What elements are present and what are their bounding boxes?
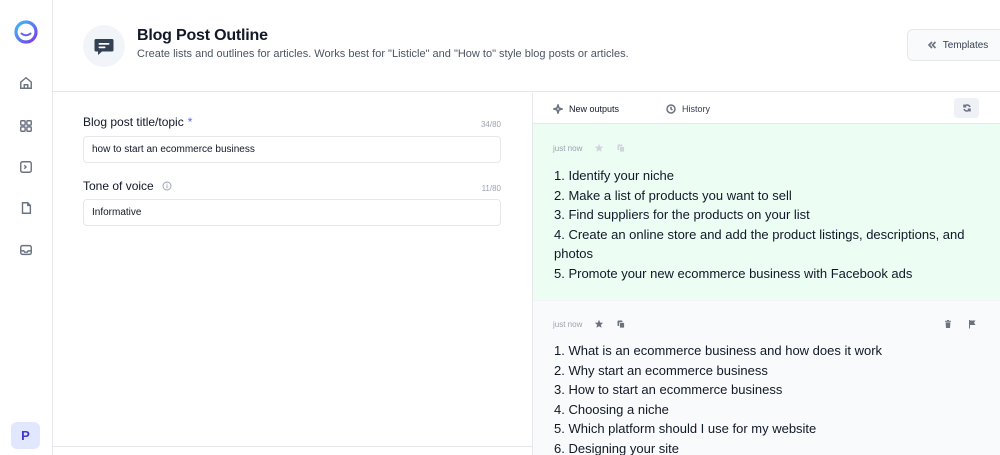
- output-card-meta: just now: [553, 319, 626, 329]
- sidebar-item-templates[interactable]: [17, 117, 35, 135]
- list-item: 2. Why start an ecommerce business: [554, 362, 768, 378]
- clock-icon: [666, 103, 676, 114]
- list-item: 5. Promote your new ecommerce business w…: [554, 265, 913, 281]
- templates-button-label: Templates: [942, 39, 989, 51]
- list-item: 1. Identify your niche: [554, 168, 674, 183]
- chevrons-left-icon: [927, 41, 936, 49]
- list-item: 4. Create an online store and add the pr…: [554, 226, 965, 262]
- sidebar-item-commands[interactable]: [17, 158, 35, 176]
- list-item: 6. Designing your site: [554, 440, 680, 455]
- header-icon-circle: [83, 25, 125, 67]
- sidebar-item-inbox[interactable]: [17, 241, 35, 259]
- sidebar-item-documents[interactable]: [17, 199, 35, 217]
- grid-icon: [20, 120, 32, 132]
- left-sidebar: P: [0, 0, 53, 455]
- copy-icon[interactable]: [616, 143, 626, 153]
- list-item: 3. How to start an ecommerce business: [554, 382, 783, 397]
- sidebar-item-home[interactable]: [17, 74, 35, 92]
- tab-history-label: History: [682, 103, 711, 114]
- tone-field-label: Tone of voice: [83, 179, 172, 193]
- avatar[interactable]: P: [11, 422, 40, 449]
- refresh-button[interactable]: [954, 98, 979, 118]
- title-input[interactable]: how to start an ecommerce business: [83, 136, 501, 163]
- form-footer-divider: [53, 446, 532, 447]
- flag-icon[interactable]: [967, 319, 977, 329]
- list-item: 4. Choosing a niche: [554, 401, 669, 417]
- input-form: Blog post title/topic * 34/80 how to star…: [53, 93, 532, 455]
- required-marker: *: [187, 115, 193, 129]
- output-list: 1. What is an ecommerce business and how…: [554, 341, 979, 455]
- tone-field-label-text: Tone of voice: [83, 179, 154, 193]
- output-timestamp: just now: [553, 143, 583, 153]
- tone-char-count: 11/80: [481, 184, 501, 193]
- list-item: 5. Which platform should I use for my we…: [554, 421, 817, 436]
- page-header: Blog Post Outline Create lists and outli…: [53, 0, 1000, 92]
- page-subtitle: Create lists and outlines for articles. …: [137, 48, 629, 60]
- title-field-label: Blog post title/topic *: [83, 115, 192, 129]
- title-char-count: 34/80: [480, 120, 501, 129]
- star-icon[interactable]: [594, 319, 604, 329]
- tone-input[interactable]: Informative: [83, 199, 501, 226]
- output-timestamp: just now: [553, 319, 583, 329]
- list-item: 1. What is an ecommerce business and how…: [554, 343, 883, 358]
- copy-icon[interactable]: [616, 319, 626, 329]
- output-card: just now 1. What is an ecommerce busines…: [533, 300, 1000, 455]
- outputs-tabs: New outputs History: [533, 93, 1000, 124]
- app-logo-icon[interactable]: [12, 18, 40, 46]
- star-icon[interactable]: [594, 143, 604, 153]
- document-icon: [21, 202, 32, 214]
- inbox-icon: [20, 244, 32, 256]
- refresh-icon: [962, 104, 971, 112]
- terminal-icon: [20, 161, 32, 173]
- output-card-meta: just now: [553, 143, 626, 153]
- output-list: 1. Identify your niche 2. Make a list of…: [554, 166, 979, 283]
- sparkle-icon: [553, 103, 563, 114]
- output-card: just now 1. Identify your niche 2. Make …: [533, 124, 1000, 300]
- outputs-panel: New outputs History just now 1. Identify…: [532, 93, 1000, 455]
- title-field-label-text: Blog post title/topic: [83, 115, 184, 129]
- tab-new-outputs-label: New outputs: [569, 103, 620, 114]
- info-icon[interactable]: [162, 181, 172, 191]
- templates-button[interactable]: Templates: [907, 29, 1000, 61]
- tab-history[interactable]: History: [666, 93, 710, 124]
- output-card-actions: [943, 319, 977, 329]
- page-title: Blog Post Outline: [137, 27, 268, 44]
- chat-message-icon: [94, 39, 114, 55]
- trash-icon[interactable]: [943, 319, 953, 329]
- list-item: 2. Make a list of products you want to s…: [554, 187, 792, 203]
- list-item: 3. Find suppliers for the products on yo…: [554, 207, 810, 222]
- home-icon: [20, 76, 32, 89]
- tab-new-outputs[interactable]: New outputs: [553, 93, 619, 124]
